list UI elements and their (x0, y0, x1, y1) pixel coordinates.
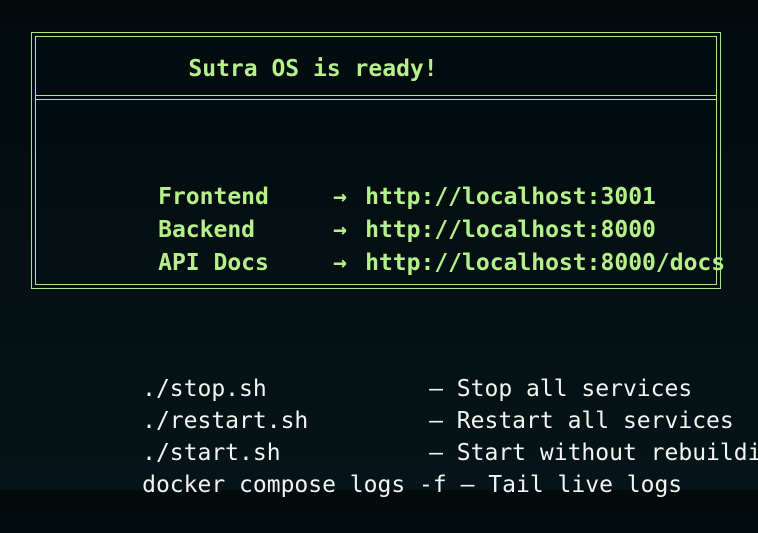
service-row-frontend: Frontend → http://localhost:3001 (75, 148, 725, 210)
arrow-right-icon: → (333, 184, 347, 210)
command-row-stop: ./stop.sh — Stop all services (59, 341, 758, 402)
service-url-link[interactable]: http://localhost:8000/docs (365, 250, 725, 276)
service-list: Frontend → http://localhost:3001 Backend → h… (75, 148, 725, 276)
service-name: Backend (158, 217, 256, 243)
command-name: ./restart.sh (142, 408, 309, 434)
command-description: — Tail live logs (460, 472, 683, 498)
banner-divider-top (35, 95, 717, 96)
banner-title: Sutra OS is ready! (188, 56, 438, 82)
command-name: ./stop.sh (142, 376, 267, 402)
service-url-link[interactable]: http://localhost:8000 (365, 217, 656, 243)
banner-divider-bottom (35, 99, 717, 100)
command-description: — Stop all services (429, 376, 693, 402)
terminal-window: Sutra OS is ready! Frontend → http://local… (0, 0, 758, 498)
command-name: ./start.sh (142, 440, 281, 466)
service-name: API Docs (158, 250, 269, 276)
arrow-right-icon: → (333, 217, 347, 243)
service-url-link[interactable]: http://localhost:3001 (365, 184, 656, 210)
command-list: ./stop.sh — Stop all services ./restart.s… (59, 341, 758, 498)
command-name: docker compose logs -f (142, 472, 447, 498)
service-name: Frontend (158, 184, 269, 210)
arrow-right-icon: → (333, 250, 347, 276)
command-description: — Start without rebuilding (429, 440, 758, 466)
command-description: — Restart all services (429, 408, 734, 434)
